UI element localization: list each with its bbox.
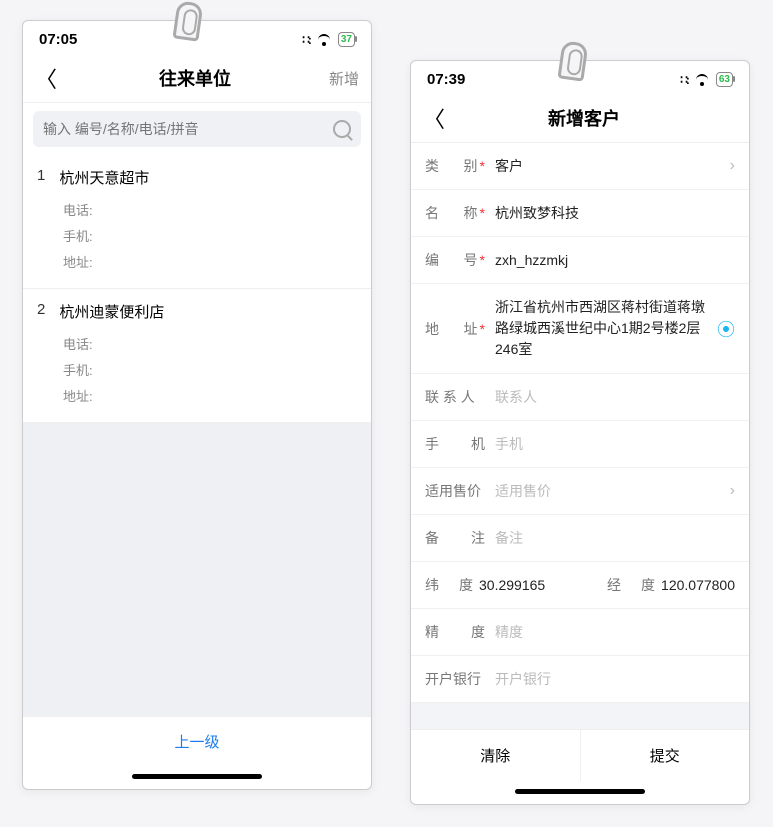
add-new-action[interactable]: 新增 (329, 68, 359, 89)
item-details: 电话: 手机: 地址: (37, 198, 357, 276)
contact-row[interactable]: 联 系 人 联系人 (411, 374, 749, 421)
button-bar: 清除 提交 (411, 729, 749, 781)
page-title: 新增客户 (449, 105, 719, 131)
phone-screen-new-customer: 07:39 ∷: 63 〈 新增客户 类别* 客户 › 名称* 杭州致梦科技 编… (410, 60, 750, 805)
chevron-right-icon: › (730, 482, 735, 500)
home-indicator (132, 774, 262, 779)
coords-row[interactable]: 纬度 30.299165 经度 120.077800 (411, 562, 749, 609)
code-row[interactable]: 编号* zxh_hzzmkj (411, 237, 749, 284)
back-button[interactable]: 〈 (35, 62, 57, 94)
chevron-right-icon: › (730, 157, 735, 175)
item-index: 2 (37, 301, 45, 322)
item-name: 杭州迪蒙便利店 (59, 301, 164, 322)
phone-screen-contacts: 07:05 ∷: 37 〈 往来单位 新增 1 杭州天意超市 电话: 手机: 地… (22, 20, 372, 790)
battery-icon: 37 (338, 32, 355, 47)
remark-placeholder: 备注 (495, 528, 735, 548)
wifi-icon (694, 74, 710, 86)
latitude-value: 30.299165 (479, 577, 545, 593)
name-value: 杭州致梦科技 (495, 203, 735, 223)
binder-clip-icon (557, 40, 588, 81)
wifi-icon (316, 34, 332, 46)
title-bar: 〈 新增客户 (411, 94, 749, 143)
home-indicator (515, 789, 645, 794)
code-value: zxh_hzzmkj (495, 252, 735, 268)
search-bar[interactable] (33, 111, 361, 147)
address-row[interactable]: 地址* 浙江省杭州市西湖区蒋村街道蒋墩路绿城西溪世纪中心1期2号楼2层246室 … (411, 284, 749, 374)
back-button[interactable]: 〈 (423, 102, 445, 134)
status-time: 07:39 (427, 71, 465, 88)
title-bar: 〈 往来单位 新增 (23, 54, 371, 103)
remark-row[interactable]: 备注 备注 (411, 515, 749, 562)
search-icon (333, 120, 351, 138)
accuracy-row[interactable]: 精度 精度 (411, 609, 749, 656)
type-value: 客户 (495, 156, 720, 176)
clear-button[interactable]: 清除 (411, 730, 581, 781)
longitude-value: 120.077800 (661, 577, 735, 593)
contact-placeholder: 联系人 (495, 387, 735, 407)
address-value: 浙江省杭州市西湖区蒋村街道蒋墩路绿城西溪世纪中心1期2号楼2层246室 (495, 297, 707, 360)
battery-icon: 63 (716, 72, 733, 87)
type-row[interactable]: 类别* 客户 › (411, 143, 749, 190)
contact-list[interactable]: 1 杭州天意超市 电话: 手机: 地址: 2 杭州迪蒙便利店 电话: 手机: 地… (23, 155, 371, 716)
item-details: 电话: 手机: 地址: (37, 332, 357, 410)
prev-level-link[interactable]: 上一级 (23, 716, 371, 766)
search-input[interactable] (43, 121, 333, 137)
bank-row[interactable]: 开户银行 开户银行 (411, 656, 749, 703)
mobile-row[interactable]: 手机 手机 (411, 421, 749, 468)
mobile-placeholder: 手机 (495, 434, 735, 454)
cellular-icon: ∷: (680, 73, 688, 87)
binder-clip-icon (172, 0, 203, 41)
status-time: 07:05 (39, 31, 77, 48)
price-row[interactable]: 适用售价 适用售价 › (411, 468, 749, 515)
accuracy-placeholder: 精度 (495, 622, 735, 642)
item-name: 杭州天意超市 (59, 167, 149, 188)
form-gap (411, 703, 749, 729)
price-placeholder: 适用售价 (495, 481, 720, 501)
name-row[interactable]: 名称* 杭州致梦科技 (411, 190, 749, 237)
bank-placeholder: 开户银行 (495, 669, 735, 689)
customer-form: 类别* 客户 › 名称* 杭州致梦科技 编号* zxh_hzzmkj 地址* 浙… (411, 143, 749, 729)
page-title: 往来单位 (61, 65, 329, 91)
list-item[interactable]: 1 杭州天意超市 电话: 手机: 地址: (23, 155, 371, 289)
submit-button[interactable]: 提交 (581, 730, 750, 781)
cellular-icon: ∷: (302, 33, 310, 47)
item-index: 1 (37, 167, 45, 188)
location-pin-icon[interactable]: ⦿ (717, 316, 735, 342)
list-item[interactable]: 2 杭州迪蒙便利店 电话: 手机: 地址: (23, 289, 371, 423)
